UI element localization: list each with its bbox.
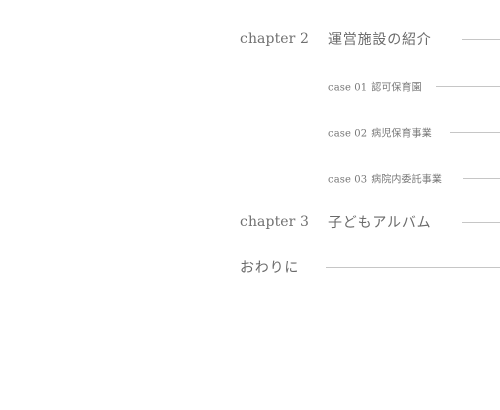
case-01-divider (436, 86, 500, 87)
chapter-2-divider (462, 39, 500, 40)
case-02-title: 病児保育事業 (371, 128, 432, 140)
case-01-title: 認可保育園 (371, 82, 422, 94)
case-03-link[interactable]: case 03 病院内委託事業 (328, 171, 442, 186)
toc-chapter-3-row[interactable]: chapter 3 子どもアルバム (0, 210, 500, 234)
case-02-number: case 02 (328, 128, 368, 140)
case-02-divider (450, 132, 500, 133)
case-02-link[interactable]: case 02 病児保育事業 (328, 125, 432, 140)
chapter-2-label: chapter 2 (240, 31, 310, 47)
case-01-link[interactable]: case 01 認可保育園 (328, 79, 422, 94)
toc-case-01-row[interactable]: case 01 認可保育園 (0, 74, 500, 98)
chapter-3-divider (462, 222, 500, 223)
case-01-number: case 01 (328, 82, 368, 94)
case-03-number: case 03 (328, 174, 368, 186)
case-03-divider (463, 178, 500, 179)
case-03-title: 病院内委託事業 (371, 174, 442, 186)
chapter-3-title[interactable]: 子どもアルバム (328, 212, 431, 232)
chapter-2-title[interactable]: 運営施設の紹介 (328, 29, 432, 49)
toc-case-03-row[interactable]: case 03 病院内委託事業 (0, 166, 500, 190)
toc-closing-row[interactable]: おわりに (0, 255, 500, 279)
closing-divider (326, 267, 500, 268)
chapter-3-label: chapter 3 (240, 214, 310, 230)
toc-case-02-row[interactable]: case 02 病児保育事業 (0, 120, 500, 144)
closing-title[interactable]: おわりに (240, 257, 299, 277)
toc-chapter-2-row[interactable]: chapter 2 運営施設の紹介 (0, 27, 500, 51)
